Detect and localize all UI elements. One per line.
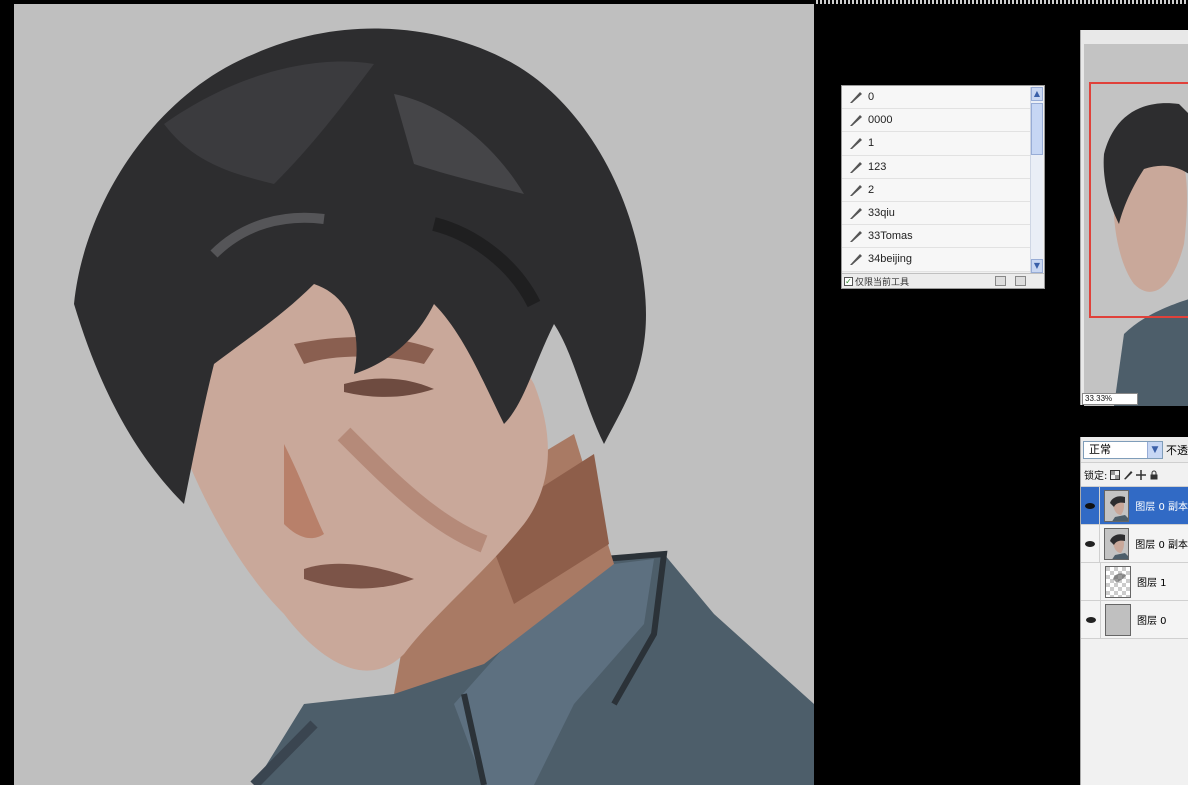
- brush-preset-name: 33Tomas: [868, 230, 913, 243]
- layer-name[interactable]: 图层 0 副本: [1135, 536, 1188, 551]
- layer-row[interactable]: 图层 0 副本: [1081, 524, 1188, 563]
- delete-preset-icon[interactable]: [1015, 276, 1026, 286]
- layer-name[interactable]: 图层 0 副本: [1135, 498, 1188, 513]
- lock-label: 锁定:: [1084, 471, 1108, 482]
- brush-preset-name: 2: [868, 183, 875, 196]
- canvas-area[interactable]: [0, 0, 814, 785]
- current-tool-only-label: 仅限当前工具: [855, 277, 910, 288]
- brush-list-scrollbar[interactable]: ▲ ▼: [1030, 87, 1043, 273]
- brush-icon: [850, 138, 862, 150]
- blend-mode-value: 正常: [1089, 442, 1111, 456]
- navigator-panel: 33.33%: [1080, 30, 1188, 406]
- document-canvas[interactable]: [14, 4, 814, 785]
- brush-preset-name: 34beijing: [868, 253, 913, 266]
- layer-thumbnail: [1104, 489, 1130, 522]
- layer-name[interactable]: 图层 1: [1137, 574, 1167, 589]
- eye-icon: [1085, 540, 1096, 547]
- lock-all-icon[interactable]: [1149, 470, 1159, 480]
- scroll-up-icon[interactable]: ▲: [1031, 87, 1043, 101]
- lock-position-icon[interactable]: [1136, 469, 1147, 480]
- brush-preset-name: 0: [868, 91, 875, 104]
- brush-icon: [850, 231, 862, 243]
- layer-row[interactable]: 图层 0 副本: [1081, 486, 1188, 525]
- current-tool-only-checkbox[interactable]: ✓: [844, 276, 853, 286]
- brush-presets-panel: 0 0000 1 123 2 33qiu 33Tomas 34beijing ▲…: [841, 85, 1045, 289]
- brush-icon: [850, 208, 862, 220]
- lock-transparency-icon[interactable]: [1110, 469, 1121, 480]
- opacity-label: 不透: [1166, 443, 1188, 457]
- layer-row[interactable]: 图层 0: [1081, 600, 1188, 639]
- brush-icon: [850, 161, 862, 173]
- brush-preset-name: 33qiu: [868, 207, 895, 220]
- visibility-toggle[interactable]: [1081, 600, 1101, 639]
- chevron-down-icon[interactable]: ▼: [1147, 441, 1162, 458]
- brush-preset-item[interactable]: 1: [842, 132, 1032, 156]
- brush-preset-item[interactable]: 33Tomas: [842, 225, 1032, 249]
- navigator-zoom-field[interactable]: 33.33%: [1082, 393, 1138, 405]
- blend-mode-row: 正常 ▼ 不透: [1081, 437, 1188, 463]
- scroll-down-icon[interactable]: ▼: [1031, 259, 1043, 273]
- lock-pixels-icon[interactable]: [1123, 470, 1133, 480]
- brush-preset-item[interactable]: 123: [842, 155, 1032, 179]
- brush-preset-item[interactable]: 0000: [842, 109, 1032, 133]
- new-preset-icon[interactable]: [995, 276, 1006, 286]
- layer-row[interactable]: 图层 1: [1081, 562, 1188, 601]
- brush-icon: [850, 115, 862, 127]
- scroll-thumb[interactable]: [1031, 103, 1043, 155]
- eye-icon: [1085, 502, 1096, 509]
- brush-preset-name: 0000: [868, 114, 893, 127]
- brush-preset-name: 1: [868, 137, 875, 150]
- brush-icon: [850, 184, 862, 196]
- visibility-toggle[interactable]: [1081, 524, 1101, 563]
- lock-row: 锁定:: [1081, 463, 1188, 487]
- layer-thumbnail: [1104, 527, 1130, 560]
- visibility-toggle[interactable]: [1081, 486, 1101, 525]
- layer-thumbnail: [1105, 565, 1131, 598]
- eye-icon: [1085, 616, 1096, 623]
- brush-icon: [850, 254, 862, 266]
- navigator-thumbnail[interactable]: [1084, 44, 1188, 406]
- layer-thumbnail: [1105, 603, 1131, 636]
- brush-panel-footer: ✓ 仅限当前工具: [842, 273, 1044, 288]
- brush-preset-item[interactable]: 34beijing: [842, 248, 1032, 272]
- blend-mode-select[interactable]: 正常 ▼: [1083, 440, 1163, 459]
- brush-preset-item[interactable]: 2: [842, 178, 1032, 202]
- brush-preset-item[interactable]: 0: [842, 86, 1032, 110]
- brush-preset-list: 0 0000 1 123 2 33qiu 33Tomas 34beijing: [842, 86, 1032, 273]
- brush-preset-item[interactable]: 33qiu: [842, 201, 1032, 226]
- brush-preset-name: 123: [868, 160, 887, 173]
- navigator-view-box[interactable]: [1089, 82, 1188, 318]
- visibility-toggle[interactable]: [1081, 562, 1101, 601]
- painting-portrait: [14, 4, 814, 785]
- layer-name[interactable]: 图层 0: [1137, 612, 1167, 627]
- layers-panel: 正常 ▼ 不透 锁定: 图层 0 副本 图层 0 副本 图层 1 图层 0: [1080, 437, 1188, 785]
- brush-icon: [850, 92, 862, 104]
